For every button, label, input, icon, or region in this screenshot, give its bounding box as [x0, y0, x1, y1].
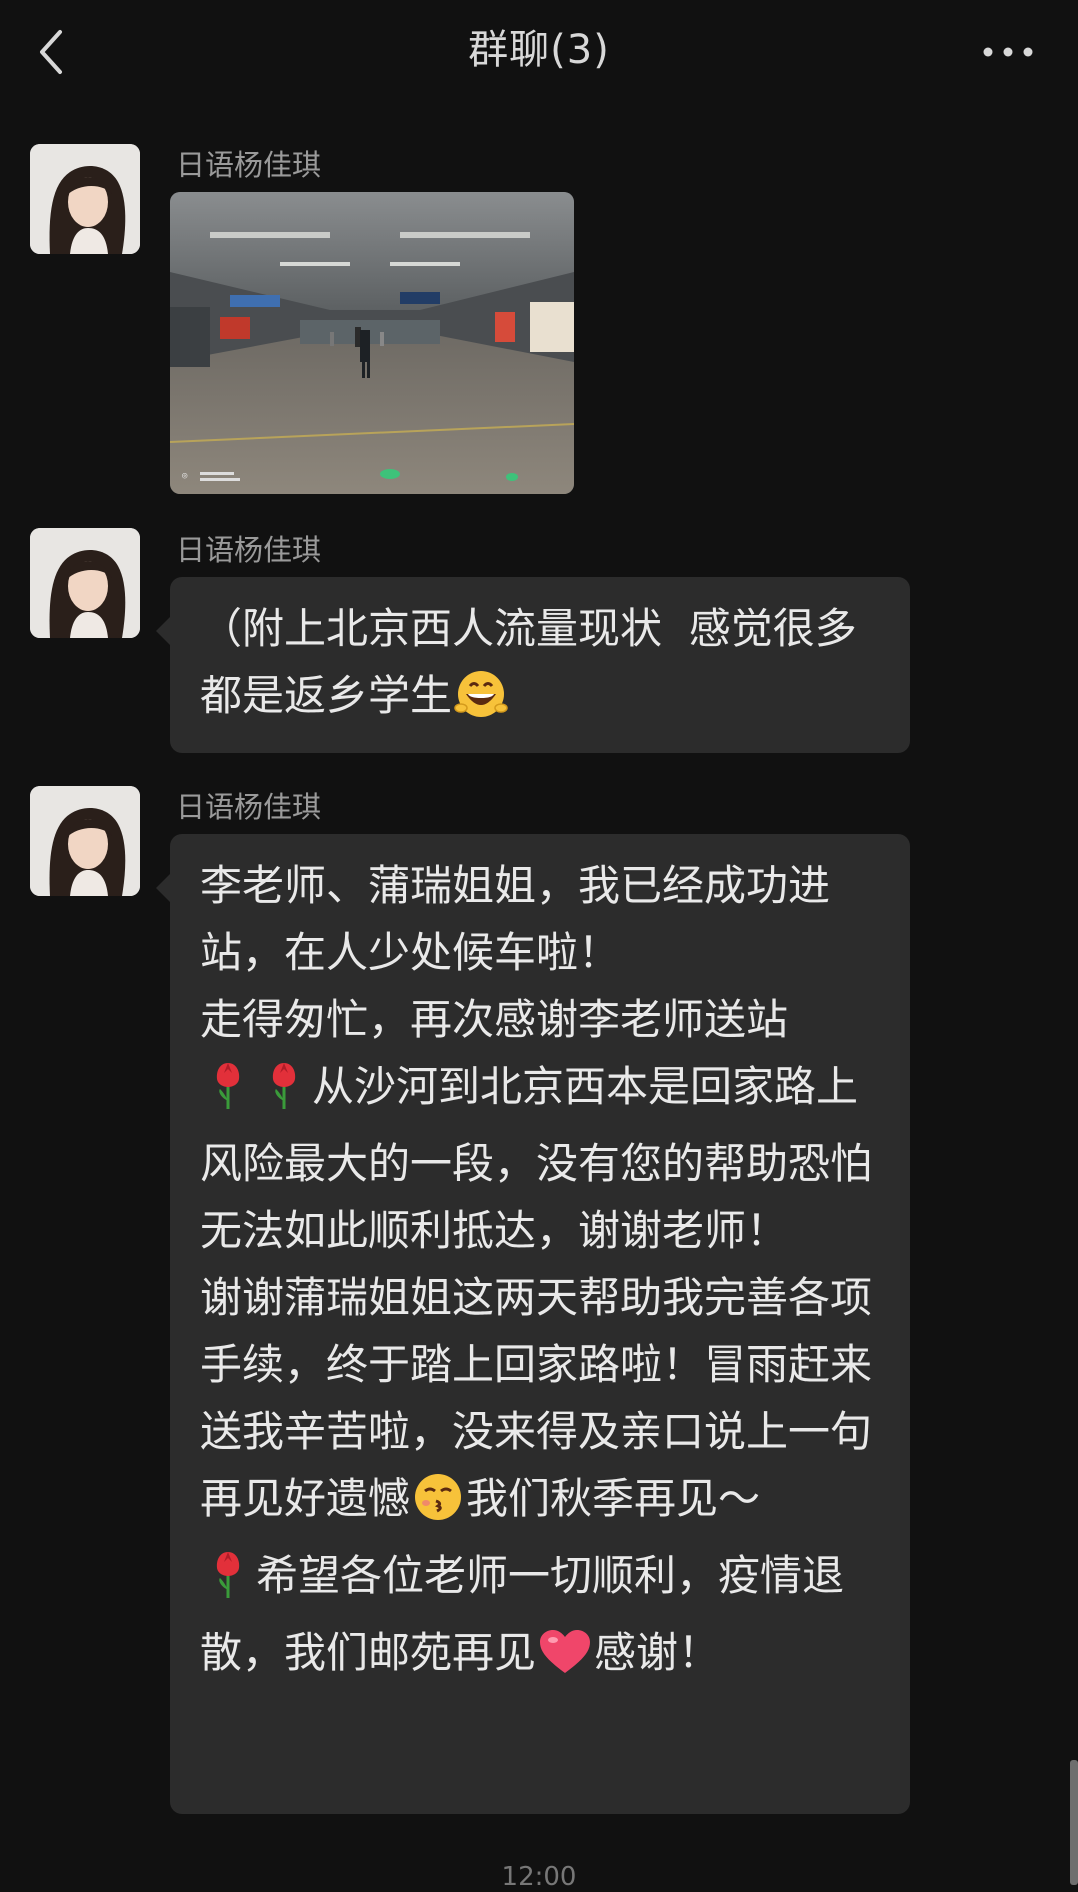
grinning-face-icon [452, 668, 510, 739]
message-bubble[interactable]: （附上北京西人流量现状 感觉很多都是返乡学生 [156, 577, 910, 753]
message-line: 希望各位老师一切顺利，疫情退散，我们邮苑再见 [200, 1551, 845, 1677]
message-line: 感谢！ [594, 1628, 721, 1677]
message-bubble[interactable]: 李老师、蒲瑞姐姐，我已经成功进站，在人少处候车啦！ 走得匆忙，再次感谢李老师送站… [156, 834, 910, 1814]
avatar[interactable] [30, 786, 140, 896]
sender-name: 日语杨佳琪 [176, 148, 322, 182]
message-line: 我们秋季再见～ [466, 1474, 761, 1523]
sender-name: 日语杨佳琪 [176, 533, 322, 567]
chat-title: 群聊(3) [468, 27, 610, 73]
avatar[interactable] [30, 144, 140, 254]
kissing-face-icon [410, 1471, 466, 1542]
more-options-button[interactable] [978, 34, 1038, 70]
heart-icon [536, 1627, 594, 1696]
timestamp: 12:00 [501, 1862, 577, 1892]
top-bar: 群聊(3) [0, 0, 1078, 104]
scrollbar[interactable] [1070, 1760, 1078, 1885]
svg-text:◎: ◎ [182, 471, 188, 481]
avatar[interactable] [30, 528, 140, 638]
tulip-icon [200, 1053, 256, 1130]
message-text: （附上北京西人流量现状 感觉很多都是返乡学生 [200, 604, 857, 720]
tulip-icon [256, 1053, 312, 1130]
message-line: 走得匆忙，再次感谢李老师送站 [200, 995, 789, 1044]
message-photo[interactable]: ◎ [170, 192, 574, 494]
sender-name: 日语杨佳琪 [176, 790, 322, 824]
tulip-icon [200, 1542, 256, 1619]
ellipsis-icon [983, 47, 1033, 57]
message-line: 李老师、蒲瑞姐姐，我已经成功进站，在人少处候车啦！ [200, 861, 831, 977]
